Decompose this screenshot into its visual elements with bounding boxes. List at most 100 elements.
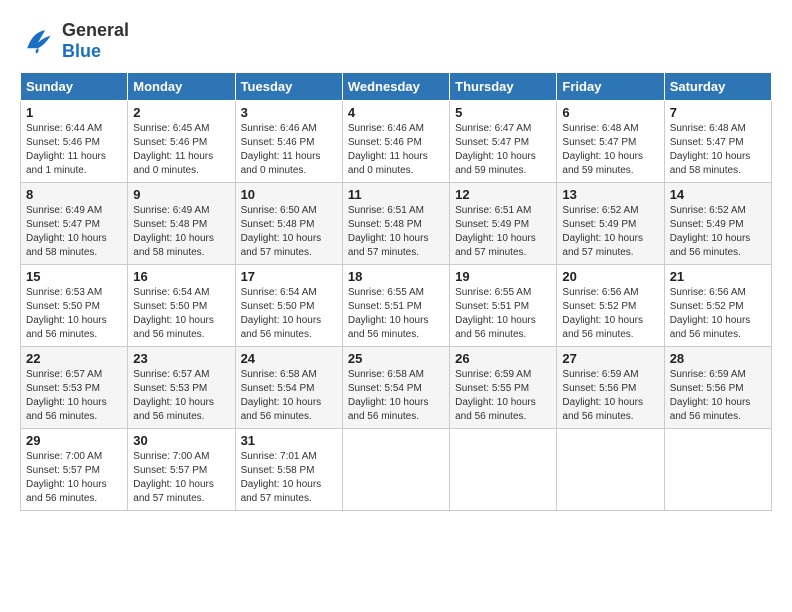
day-number: 26	[455, 351, 551, 366]
calendar-week-5: 29 Sunrise: 7:00 AMSunset: 5:57 PMDaylig…	[21, 429, 772, 511]
day-number: 18	[348, 269, 444, 284]
day-info: Sunrise: 6:57 AMSunset: 5:53 PMDaylight:…	[133, 369, 214, 422]
calendar-cell: 3 Sunrise: 6:46 AMSunset: 5:46 PMDayligh…	[235, 101, 342, 183]
logo: General Blue	[20, 20, 129, 62]
day-number: 7	[670, 105, 766, 120]
calendar-cell: 15 Sunrise: 6:53 AMSunset: 5:50 PMDaylig…	[21, 265, 128, 347]
weekday-thursday: Thursday	[450, 73, 557, 101]
day-number: 14	[670, 187, 766, 202]
day-info: Sunrise: 6:48 AMSunset: 5:47 PMDaylight:…	[562, 123, 643, 176]
calendar-cell: 30 Sunrise: 7:00 AMSunset: 5:57 PMDaylig…	[128, 429, 235, 511]
day-info: Sunrise: 6:44 AMSunset: 5:46 PMDaylight:…	[26, 123, 106, 176]
day-info: Sunrise: 6:59 AMSunset: 5:56 PMDaylight:…	[670, 369, 751, 422]
calendar-cell: 16 Sunrise: 6:54 AMSunset: 5:50 PMDaylig…	[128, 265, 235, 347]
day-info: Sunrise: 6:57 AMSunset: 5:53 PMDaylight:…	[26, 369, 107, 422]
day-number: 30	[133, 433, 229, 448]
calendar-cell: 20 Sunrise: 6:56 AMSunset: 5:52 PMDaylig…	[557, 265, 664, 347]
calendar-cell: 10 Sunrise: 6:50 AMSunset: 5:48 PMDaylig…	[235, 183, 342, 265]
calendar-cell: 19 Sunrise: 6:55 AMSunset: 5:51 PMDaylig…	[450, 265, 557, 347]
day-number: 4	[348, 105, 444, 120]
calendar-cell: 6 Sunrise: 6:48 AMSunset: 5:47 PMDayligh…	[557, 101, 664, 183]
weekday-monday: Monday	[128, 73, 235, 101]
day-info: Sunrise: 6:46 AMSunset: 5:46 PMDaylight:…	[348, 123, 428, 176]
day-number: 19	[455, 269, 551, 284]
day-info: Sunrise: 6:58 AMSunset: 5:54 PMDaylight:…	[348, 369, 429, 422]
calendar-week-4: 22 Sunrise: 6:57 AMSunset: 5:53 PMDaylig…	[21, 347, 772, 429]
day-number: 13	[562, 187, 658, 202]
day-number: 15	[26, 269, 122, 284]
day-info: Sunrise: 6:46 AMSunset: 5:46 PMDaylight:…	[241, 123, 321, 176]
day-info: Sunrise: 6:52 AMSunset: 5:49 PMDaylight:…	[670, 205, 751, 258]
calendar-table: SundayMondayTuesdayWednesdayThursdayFrid…	[20, 72, 772, 511]
logo-text: General Blue	[62, 20, 129, 62]
calendar-cell: 21 Sunrise: 6:56 AMSunset: 5:52 PMDaylig…	[664, 265, 771, 347]
day-info: Sunrise: 6:56 AMSunset: 5:52 PMDaylight:…	[562, 287, 643, 340]
calendar-cell: 31 Sunrise: 7:01 AMSunset: 5:58 PMDaylig…	[235, 429, 342, 511]
calendar-cell	[664, 429, 771, 511]
day-info: Sunrise: 6:58 AMSunset: 5:54 PMDaylight:…	[241, 369, 322, 422]
day-number: 25	[348, 351, 444, 366]
day-info: Sunrise: 6:59 AMSunset: 5:56 PMDaylight:…	[562, 369, 643, 422]
day-info: Sunrise: 7:00 AMSunset: 5:57 PMDaylight:…	[133, 451, 214, 504]
calendar-cell: 17 Sunrise: 6:54 AMSunset: 5:50 PMDaylig…	[235, 265, 342, 347]
weekday-sunday: Sunday	[21, 73, 128, 101]
day-info: Sunrise: 6:53 AMSunset: 5:50 PMDaylight:…	[26, 287, 107, 340]
logo-icon	[20, 23, 56, 59]
day-number: 24	[241, 351, 337, 366]
day-number: 29	[26, 433, 122, 448]
day-number: 31	[241, 433, 337, 448]
calendar-cell: 7 Sunrise: 6:48 AMSunset: 5:47 PMDayligh…	[664, 101, 771, 183]
weekday-saturday: Saturday	[664, 73, 771, 101]
calendar-cell	[557, 429, 664, 511]
day-number: 20	[562, 269, 658, 284]
day-number: 9	[133, 187, 229, 202]
calendar-cell: 13 Sunrise: 6:52 AMSunset: 5:49 PMDaylig…	[557, 183, 664, 265]
day-info: Sunrise: 6:49 AMSunset: 5:48 PMDaylight:…	[133, 205, 214, 258]
day-info: Sunrise: 6:51 AMSunset: 5:49 PMDaylight:…	[455, 205, 536, 258]
calendar-cell: 1 Sunrise: 6:44 AMSunset: 5:46 PMDayligh…	[21, 101, 128, 183]
day-info: Sunrise: 6:54 AMSunset: 5:50 PMDaylight:…	[133, 287, 214, 340]
calendar-cell: 29 Sunrise: 7:00 AMSunset: 5:57 PMDaylig…	[21, 429, 128, 511]
calendar-cell: 28 Sunrise: 6:59 AMSunset: 5:56 PMDaylig…	[664, 347, 771, 429]
day-info: Sunrise: 7:00 AMSunset: 5:57 PMDaylight:…	[26, 451, 107, 504]
day-info: Sunrise: 6:49 AMSunset: 5:47 PMDaylight:…	[26, 205, 107, 258]
day-info: Sunrise: 6:56 AMSunset: 5:52 PMDaylight:…	[670, 287, 751, 340]
day-info: Sunrise: 6:59 AMSunset: 5:55 PMDaylight:…	[455, 369, 536, 422]
calendar-cell: 22 Sunrise: 6:57 AMSunset: 5:53 PMDaylig…	[21, 347, 128, 429]
day-info: Sunrise: 7:01 AMSunset: 5:58 PMDaylight:…	[241, 451, 322, 504]
weekday-wednesday: Wednesday	[342, 73, 449, 101]
day-number: 11	[348, 187, 444, 202]
page-header: General Blue	[20, 20, 772, 62]
day-number: 8	[26, 187, 122, 202]
calendar-cell: 25 Sunrise: 6:58 AMSunset: 5:54 PMDaylig…	[342, 347, 449, 429]
day-number: 6	[562, 105, 658, 120]
calendar-cell	[450, 429, 557, 511]
calendar-week-2: 8 Sunrise: 6:49 AMSunset: 5:47 PMDayligh…	[21, 183, 772, 265]
calendar-cell: 4 Sunrise: 6:46 AMSunset: 5:46 PMDayligh…	[342, 101, 449, 183]
calendar-cell: 26 Sunrise: 6:59 AMSunset: 5:55 PMDaylig…	[450, 347, 557, 429]
day-info: Sunrise: 6:48 AMSunset: 5:47 PMDaylight:…	[670, 123, 751, 176]
weekday-tuesday: Tuesday	[235, 73, 342, 101]
calendar-cell: 2 Sunrise: 6:45 AMSunset: 5:46 PMDayligh…	[128, 101, 235, 183]
day-number: 12	[455, 187, 551, 202]
day-number: 17	[241, 269, 337, 284]
day-info: Sunrise: 6:54 AMSunset: 5:50 PMDaylight:…	[241, 287, 322, 340]
calendar-cell: 12 Sunrise: 6:51 AMSunset: 5:49 PMDaylig…	[450, 183, 557, 265]
day-number: 16	[133, 269, 229, 284]
calendar-cell: 8 Sunrise: 6:49 AMSunset: 5:47 PMDayligh…	[21, 183, 128, 265]
day-number: 10	[241, 187, 337, 202]
day-info: Sunrise: 6:51 AMSunset: 5:48 PMDaylight:…	[348, 205, 429, 258]
calendar-week-1: 1 Sunrise: 6:44 AMSunset: 5:46 PMDayligh…	[21, 101, 772, 183]
calendar-cell: 27 Sunrise: 6:59 AMSunset: 5:56 PMDaylig…	[557, 347, 664, 429]
day-info: Sunrise: 6:47 AMSunset: 5:47 PMDaylight:…	[455, 123, 536, 176]
day-info: Sunrise: 6:55 AMSunset: 5:51 PMDaylight:…	[348, 287, 429, 340]
day-info: Sunrise: 6:52 AMSunset: 5:49 PMDaylight:…	[562, 205, 643, 258]
day-number: 5	[455, 105, 551, 120]
calendar-cell: 24 Sunrise: 6:58 AMSunset: 5:54 PMDaylig…	[235, 347, 342, 429]
day-info: Sunrise: 6:50 AMSunset: 5:48 PMDaylight:…	[241, 205, 322, 258]
calendar-cell: 23 Sunrise: 6:57 AMSunset: 5:53 PMDaylig…	[128, 347, 235, 429]
calendar-cell: 9 Sunrise: 6:49 AMSunset: 5:48 PMDayligh…	[128, 183, 235, 265]
calendar-cell: 18 Sunrise: 6:55 AMSunset: 5:51 PMDaylig…	[342, 265, 449, 347]
calendar-cell	[342, 429, 449, 511]
day-number: 22	[26, 351, 122, 366]
